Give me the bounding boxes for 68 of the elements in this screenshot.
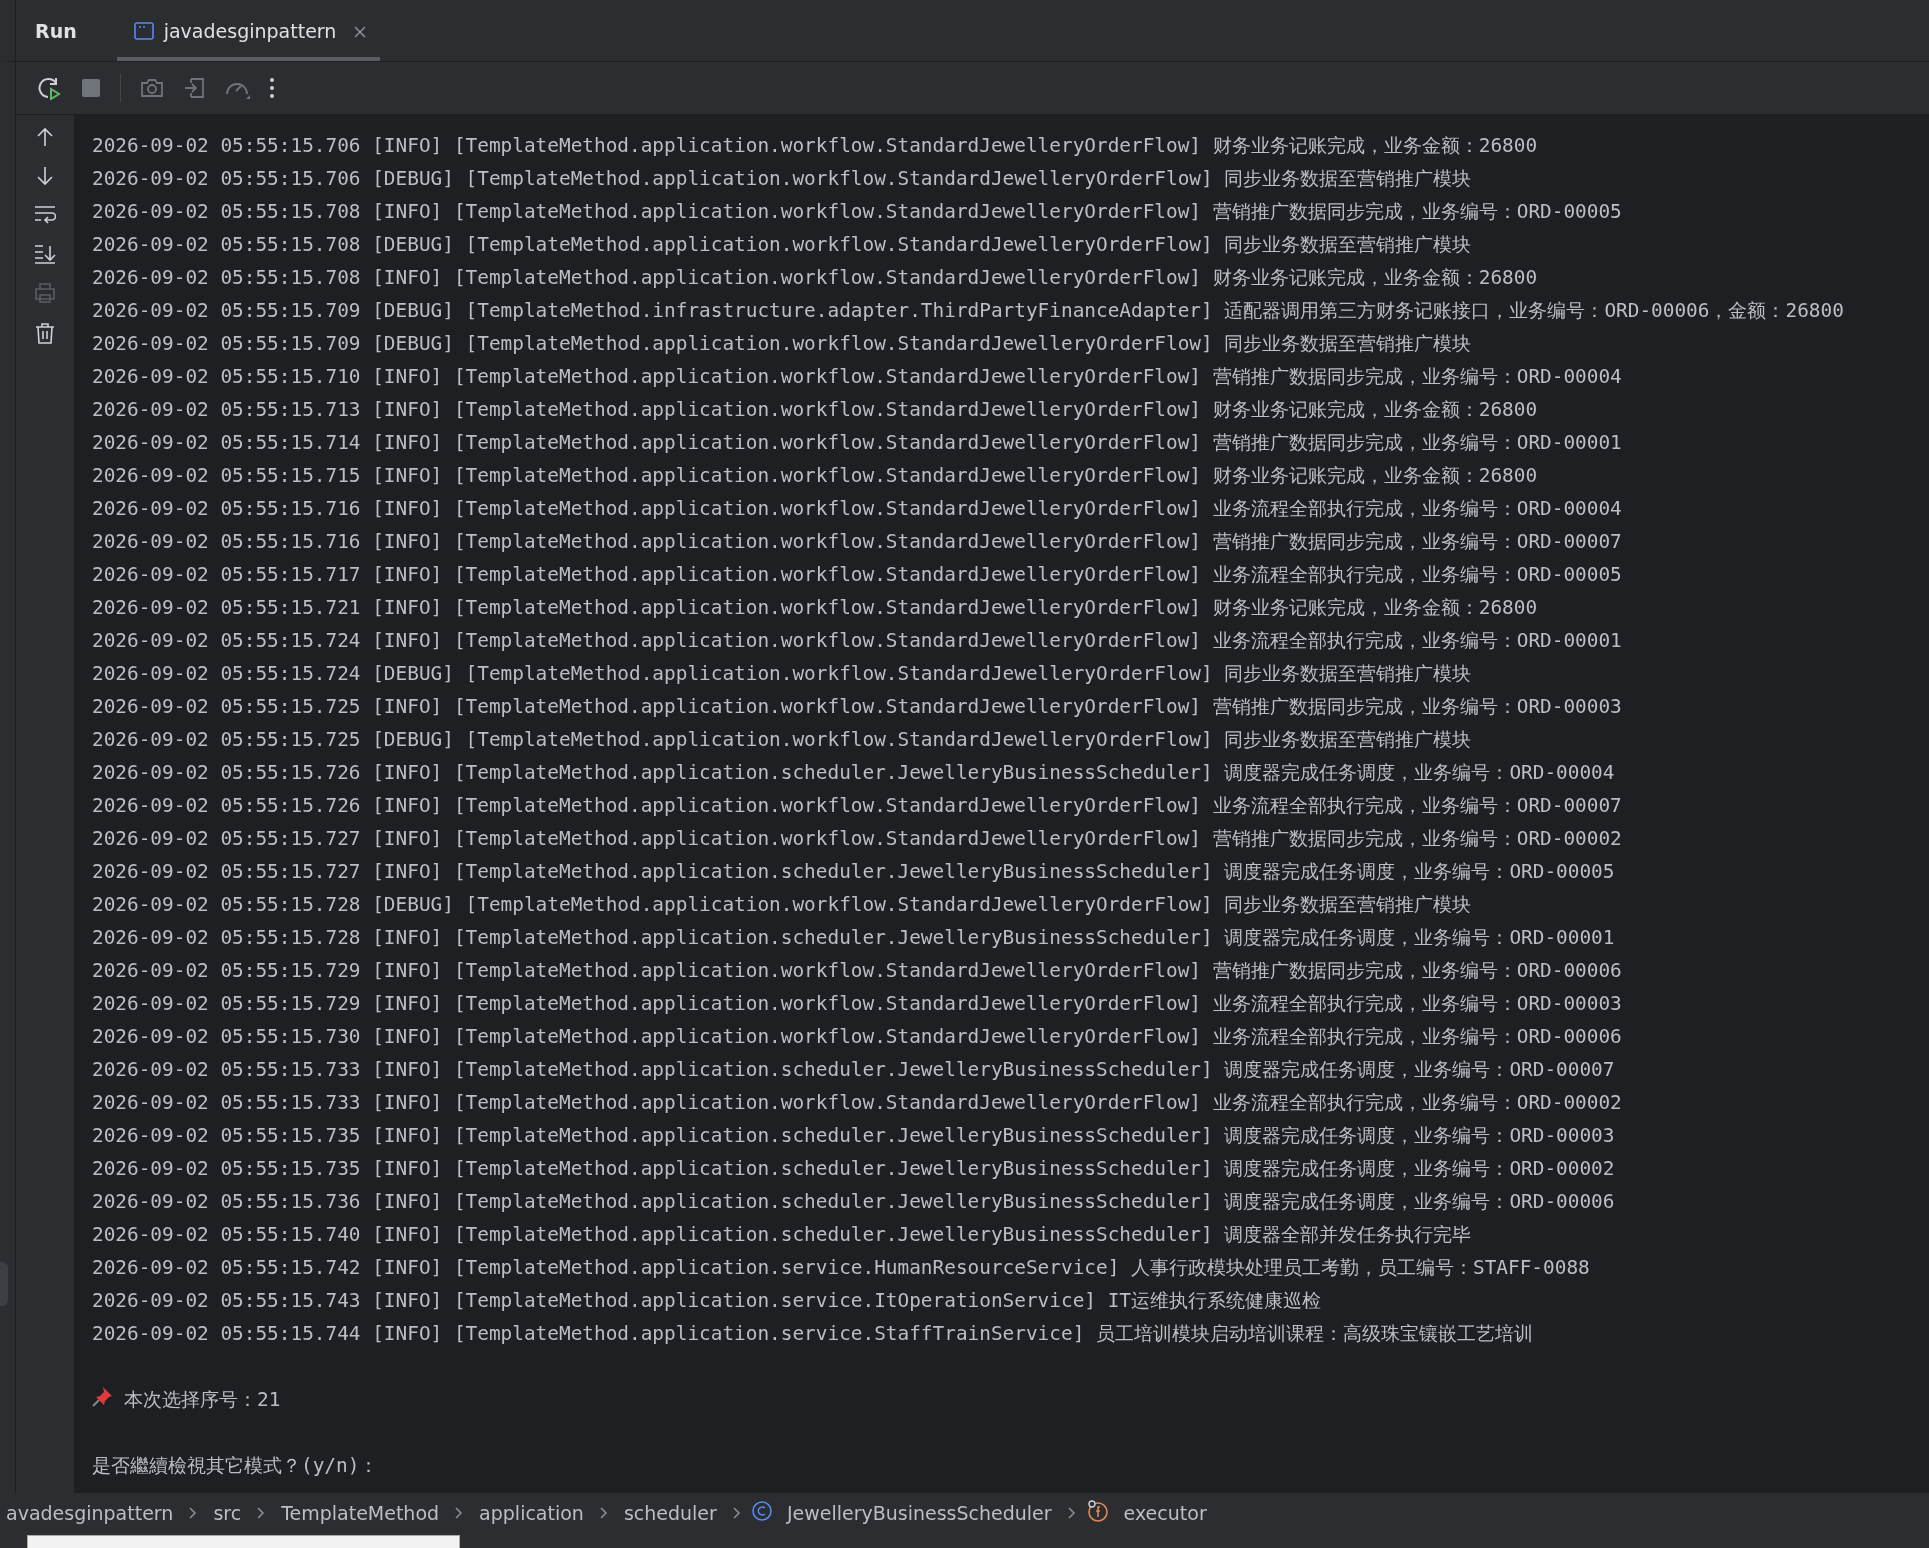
chevron-icon	[732, 1507, 741, 1519]
breadcrumb-item[interactable]: scheduler	[617, 1501, 723, 1524]
chevron-icon	[599, 1507, 608, 1519]
chevron-icon	[257, 1507, 266, 1519]
console-icon	[133, 21, 154, 40]
log-line: 2026-09-02 05:55:15.709 [DEBUG] [TemplateMethod.infrastructure.adapter.ThirdPartyFinanceAdapter] 适配器调用第三方财务记账接口，业务编号：ORD-00006，金额：26800	[92, 299, 1844, 322]
log-line: 2026-09-02 05:55:15.727 [INFO] [TemplateMethod.application.scheduler.JewelleryBusinessScheduler] 调度器完成任务调度，业务编号：ORD-00005	[92, 860, 1615, 883]
log-line: 2026-09-02 05:55:15.721 [INFO] [TemplateMethod.application.workflow.StandardJewelleryOrderFlow] 财务业务记账完成，业务金额：26800	[92, 596, 1538, 619]
console-message: 本次选择序号：21	[124, 1388, 281, 1411]
trash-icon[interactable]	[35, 322, 55, 344]
log-line: 2026-09-02 05:55:15.716 [INFO] [TemplateMethod.application.workflow.StandardJewelleryOrderFlow] 业务流程全部执行完成，业务编号：ORD-00004	[92, 497, 1622, 520]
log-line: 2026-09-02 05:55:15.742 [INFO] [TemplateMethod.application.service.HumanResourceService] 人事行政模块处理员工考勤，员工编号：STAFF-0088	[92, 1256, 1590, 1279]
log-line: 2026-09-02 05:55:15.725 [DEBUG] [TemplateMethod.application.workflow.StandardJewelleryOrderFlow] 同步业务数据至营销推广模块	[92, 728, 1472, 751]
tool-window-title: Run	[35, 19, 77, 42]
log-line: 2026-09-02 05:55:15.733 [INFO] [TemplateMethod.application.scheduler.JewelleryBusinessScheduler] 调度器完成任务调度，业务编号：ORD-00007	[92, 1058, 1615, 1081]
log-line: 2026-09-02 05:55:15.725 [INFO] [TemplateMethod.application.workflow.StandardJewelleryOrderFlow] 营销推广数据同步完成，业务编号：ORD-00003	[92, 695, 1622, 718]
log-line: 2026-09-02 05:55:15.706 [INFO] [TemplateMethod.application.workflow.StandardJewelleryOrderFlow] 财务业务记账完成，业务金额：26800	[92, 134, 1538, 157]
log-line: 2026-09-02 05:55:15.735 [INFO] [TemplateMethod.application.scheduler.JewelleryBusinessScheduler] 调度器完成任务调度，业务编号：ORD-00002	[92, 1157, 1615, 1180]
log-line: 2026-09-02 05:55:15.708 [DEBUG] [TemplateMethod.application.workflow.StandardJewelleryOrderFlow] 同步业务数据至营销推广模块	[92, 233, 1472, 256]
log-line: 2026-09-02 05:55:15.735 [INFO] [TemplateMethod.application.scheduler.JewelleryBusinessScheduler] 调度器完成任务调度，业务编号：ORD-00003	[92, 1124, 1615, 1147]
log-line: 2026-09-02 05:55:15.743 [INFO] [TemplateMethod.application.service.ItOperationService] IT运维执行系统健康巡检	[92, 1289, 1321, 1312]
log-line: 2026-09-02 05:55:15.714 [INFO] [TemplateMethod.application.workflow.StandardJewelleryOrderFlow] 营销推广数据同步完成，业务编号：ORD-00001	[92, 431, 1622, 454]
log-line: 2026-09-02 05:55:15.708 [INFO] [TemplateMethod.application.workflow.StandardJewelleryOrderFlow] 营销推广数据同步完成，业务编号：ORD-00005	[92, 200, 1622, 223]
log-line: 2026-09-02 05:55:15.733 [INFO] [TemplateMethod.application.workflow.StandardJewelleryOrderFlow] 业务流程全部执行完成，业务编号：ORD-00002	[92, 1091, 1622, 1114]
breadcrumb-item[interactable]: TemplateMethod	[275, 1501, 446, 1524]
arrow-down-icon[interactable]	[37, 166, 53, 186]
log-line: 2026-09-02 05:55:15.717 [INFO] [TemplateMethod.application.workflow.StandardJewelleryOrderFlow] 业务流程全部执行完成，业务编号：ORD-00005	[92, 563, 1622, 586]
log-line: 2026-09-02 05:55:15.728 [INFO] [TemplateMethod.application.scheduler.JewelleryBusinessScheduler] 调度器完成任务调度，业务编号：ORD-00001	[92, 926, 1615, 949]
scroll-to-end-icon[interactable]	[34, 244, 56, 264]
log-line: 2026-09-02 05:55:15.736 [INFO] [TemplateMethod.application.scheduler.JewelleryBusinessScheduler] 调度器完成任务调度，业务编号：ORD-00006	[92, 1190, 1615, 1213]
soft-wrap-icon[interactable]	[34, 205, 56, 225]
breadcrumb-item[interactable]: JewelleryBusinessScheduler	[780, 1501, 1058, 1524]
log-line: 2026-09-02 05:55:15.709 [DEBUG] [TemplateMethod.application.workflow.StandardJewelleryOrderFlow] 同步业务数据至营销推广模块	[92, 332, 1472, 355]
log-line: 2026-09-02 05:55:15.715 [INFO] [TemplateMethod.application.workflow.StandardJewelleryOrderFlow] 财务业务记账完成，业务金额：26800	[92, 464, 1538, 487]
breadcrumb-item[interactable]: avadesginpattern	[0, 1501, 180, 1524]
chevron-icon	[189, 1507, 198, 1519]
chevron-icon	[455, 1507, 464, 1519]
log-line: 2026-09-02 05:55:15.729 [INFO] [TemplateMethod.application.workflow.StandardJewelleryOrderFlow] 业务流程全部执行完成，业务编号：ORD-00003	[92, 992, 1622, 1015]
log-line: 2026-09-02 05:55:15.710 [INFO] [TemplateMethod.application.workflow.StandardJewelleryOrderFlow] 营销推广数据同步完成，业务编号：ORD-00004	[92, 365, 1622, 388]
console-prompt: 是否繼續檢視其它模式？(y/n)：	[92, 1454, 379, 1477]
log-line: 2026-09-02 05:55:15.730 [INFO] [TemplateMethod.application.workflow.StandardJewelleryOrderFlow] 业务流程全部执行完成，业务编号：ORD-00006	[92, 1025, 1622, 1048]
field-icon	[1085, 1498, 1110, 1523]
stop-icon[interactable]	[81, 78, 101, 98]
rerun-icon[interactable]	[36, 75, 62, 101]
log-line: 2026-09-02 05:55:15.726 [INFO] [TemplateMethod.application.workflow.StandardJewelleryOrderFlow] 业务流程全部执行完成，业务编号：ORD-00007	[92, 794, 1622, 817]
chevron-icon	[1067, 1507, 1076, 1519]
breadcrumb-item[interactable]: src	[207, 1501, 248, 1524]
close-icon[interactable]	[354, 25, 367, 38]
log-line: 2026-09-02 05:55:15.708 [INFO] [TemplateMethod.application.workflow.StandardJewelleryOrderFlow] 财务业务记账完成，业务金额：26800	[92, 266, 1538, 289]
log-line: 2026-09-02 05:55:15.729 [INFO] [TemplateMethod.application.workflow.StandardJewelleryOrderFlow] 营销推广数据同步完成，业务编号：ORD-00006	[92, 959, 1622, 982]
log-line: 2026-09-02 05:55:15.728 [DEBUG] [TemplateMethod.application.workflow.StandardJewelleryOrderFlow] 同步业务数据至营销推广模块	[92, 893, 1472, 916]
pushpin-icon	[92, 1385, 114, 1407]
breadcrumb-item[interactable]: application	[473, 1501, 590, 1524]
log-line: 2026-09-02 05:55:15.727 [INFO] [TemplateMethod.application.workflow.StandardJewelleryOrderFlow] 营销推广数据同步完成，业务编号：ORD-00002	[92, 827, 1622, 850]
class-icon	[750, 1499, 773, 1522]
log-line: 2026-09-02 05:55:15.724 [INFO] [TemplateMethod.application.workflow.StandardJewelleryOrderFlow] 业务流程全部执行完成，业务编号：ORD-00001	[92, 629, 1622, 652]
log-line: 2026-09-02 05:55:15.713 [INFO] [TemplateMethod.application.workflow.StandardJewelleryOrderFlow] 财务业务记账完成，业务金额：26800	[92, 398, 1538, 421]
more-icon[interactable]	[269, 77, 275, 99]
arrow-up-icon[interactable]	[37, 127, 53, 147]
log-line: 2026-09-02 05:55:15.744 [INFO] [TemplateMethod.application.service.StaffTrainService] 员工培训模块启动培训课程：高级珠宝镶嵌工艺培训	[92, 1322, 1533, 1345]
log-line: 2026-09-02 05:55:15.740 [INFO] [TemplateMethod.application.scheduler.JewelleryBusinessScheduler] 调度器全部并发任务执行完毕	[92, 1223, 1472, 1246]
breadcrumb-item[interactable]: executor	[1117, 1501, 1213, 1524]
log-line: 2026-09-02 05:55:15.706 [DEBUG] [TemplateMethod.application.workflow.StandardJewelleryOrderFlow] 同步业务数据至营销推广模块	[92, 167, 1472, 190]
log-line: 2026-09-02 05:55:15.716 [INFO] [TemplateMethod.application.workflow.StandardJewelleryOrderFlow] 营销推广数据同步完成，业务编号：ORD-00007	[92, 530, 1622, 553]
import-icon[interactable]	[183, 77, 205, 99]
log-line: 2026-09-02 05:55:15.724 [DEBUG] [TemplateMethod.application.workflow.StandardJewelleryOrderFlow] 同步业务数据至营销推广模块	[92, 662, 1472, 685]
log-line: 2026-09-02 05:55:15.726 [INFO] [TemplateMethod.application.scheduler.JewelleryBusinessScheduler] 调度器完成任务调度，业务编号：ORD-00004	[92, 761, 1615, 784]
camera-icon[interactable]	[140, 77, 164, 99]
